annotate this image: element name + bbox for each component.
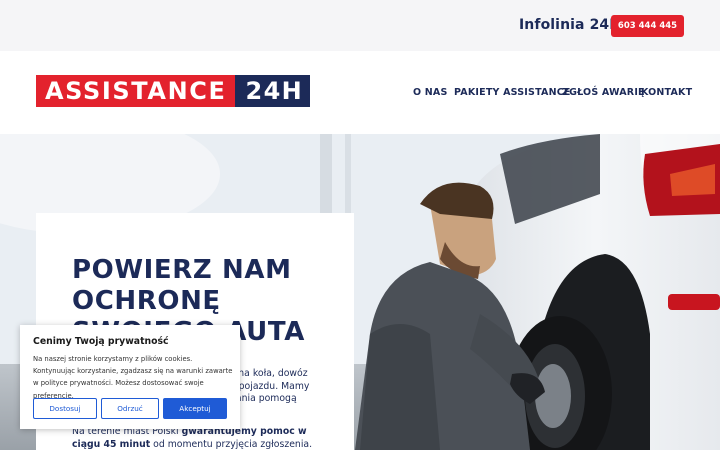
cookie-title: Cenimy Twoją prywatność	[33, 336, 169, 347]
paragraph-line: a pojazdu. Mamy	[230, 380, 310, 392]
top-bar: Infolinia 24H 603 444 445	[0, 0, 720, 51]
paragraph-line: iana koła, dowóz	[230, 368, 308, 379]
nav-link-kontakt[interactable]: KONTAKT	[641, 87, 692, 98]
hero-paragraph-visible: iana koła, dowóz a pojazdu. Mamy hania p…	[230, 368, 350, 406]
guarantee-suffix: od momentu przyjęcia zgłoszenia.	[150, 438, 313, 450]
nav-link-zglos-awarie[interactable]: ZGŁOŚ AWARIĘ	[562, 87, 645, 98]
hotline-label: Infolinia 24H	[519, 17, 622, 33]
site-logo[interactable]: ASSISTANCE 24H	[36, 75, 311, 107]
headline-line: POWIERZ NAM	[72, 255, 292, 285]
logo-text-assistance: ASSISTANCE	[36, 75, 236, 107]
nav-link-pakiety-assistance[interactable]: PAKIETY ASSISTANCE	[454, 87, 571, 98]
logo-text-24h: 24H	[235, 75, 311, 107]
site-header: ASSISTANCE 24H O NAS PAKIETY ASSISTANCE …	[0, 51, 720, 134]
cookie-accept-button[interactable]: Akceptuj	[163, 398, 227, 419]
phone-button[interactable]: 603 444 445	[611, 15, 684, 37]
cookie-customize-button[interactable]: Dostosuj	[33, 398, 97, 419]
cookie-reject-button[interactable]: Odrzuć	[101, 398, 159, 419]
hero-guarantee-text: Na terenie miast Polski gwarantujemy pom…	[72, 426, 322, 450]
nav-link-o-nas[interactable]: O NAS	[413, 87, 448, 98]
paragraph-line: hania pomogą	[230, 393, 297, 405]
cookie-text: Na naszej stronie korzystamy z plików co…	[33, 355, 233, 400]
cookie-consent-popup: Cenimy Twoją prywatność Na naszej stroni…	[20, 325, 240, 429]
headline-line: OCHRONĘ	[72, 286, 221, 316]
